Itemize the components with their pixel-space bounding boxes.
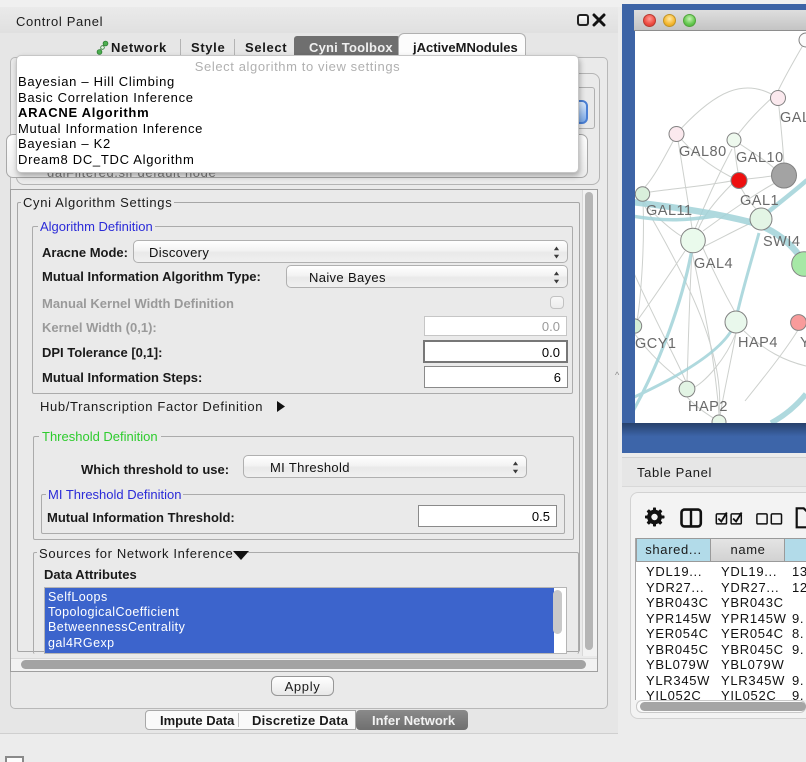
svg-text:GAL10: GAL10 [736, 150, 784, 166]
svg-text:GAL2: GAL2 [780, 110, 806, 126]
svg-text:HAP4: HAP4 [738, 335, 778, 351]
svg-text:GAL11: GAL11 [646, 203, 693, 219]
svg-text:GAL1: GAL1 [740, 193, 779, 209]
svg-text:HAP2: HAP2 [688, 399, 728, 415]
svg-text:GAL4: GAL4 [694, 256, 733, 272]
svg-text:SWI4: SWI4 [763, 234, 800, 250]
svg-text:GAL80: GAL80 [679, 144, 727, 160]
svg-text:YM: YM [800, 335, 806, 351]
svg-text:GCY1: GCY1 [635, 336, 677, 352]
